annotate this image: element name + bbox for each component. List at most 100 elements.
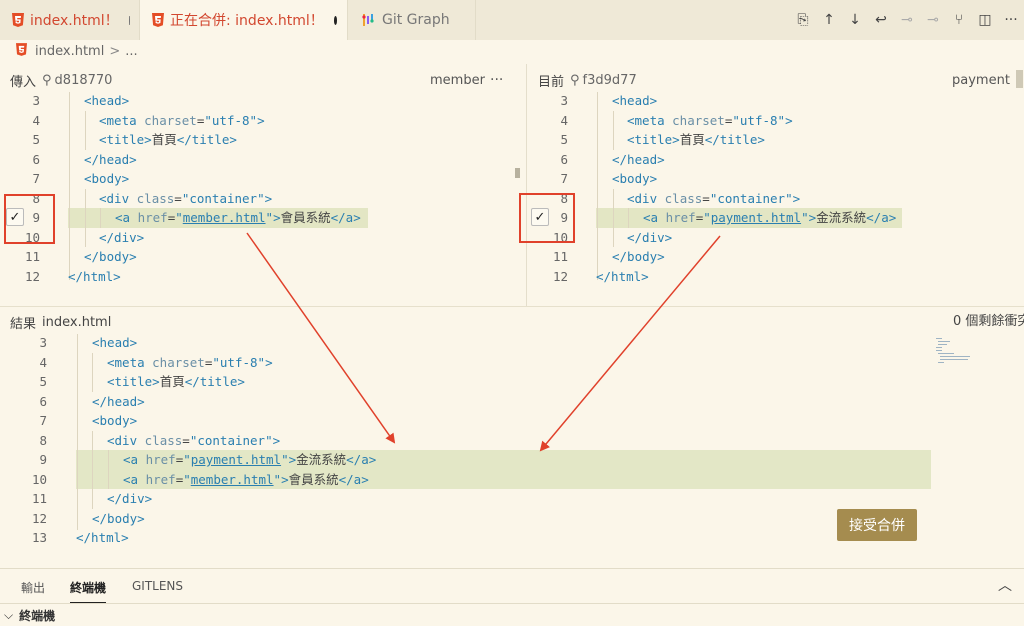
result-code: 3 4 5 6 7 8 9 10 11 12 13 <head> <meta c… (7, 333, 927, 553)
code-line: <a href="member.html">會員系統</a> (123, 471, 369, 487)
split-editor-icon[interactable]: ◫ (972, 12, 998, 28)
code-line: <meta charset="utf-8"> (99, 112, 265, 128)
line-number: 11 (552, 249, 568, 264)
line-number: 9 (39, 452, 47, 467)
commit-icon[interactable]: ⊸ (920, 12, 946, 28)
line-number: 11 (31, 491, 47, 506)
breadcrumb-separator: > (109, 43, 121, 59)
git-compare-icon[interactable]: ⑂ (946, 12, 972, 28)
accept-merge-button[interactable]: 接受合併 (837, 509, 917, 541)
code-line: <div class="container"> (107, 432, 281, 448)
terminal-section[interactable]: ⌵ 終端機 (0, 603, 1024, 626)
code-line: <div class="container"> (99, 190, 273, 206)
panel-tab-output[interactable]: 輸出 (21, 579, 45, 596)
code-line: </body> (92, 510, 145, 526)
terminal-label: 終端機 (19, 608, 56, 623)
current-title: 目前 (538, 74, 565, 90)
panel-tab-terminal[interactable]: 終端機 (70, 579, 107, 603)
line-number: 10 (31, 471, 47, 487)
code-line: <title>首頁</title> (99, 132, 237, 147)
code-link[interactable]: payment.html (191, 452, 281, 467)
code-line: <meta charset="utf-8"> (107, 354, 273, 370)
code-line: <title>首頁</title> (107, 374, 245, 389)
html5-icon (152, 13, 164, 27)
code-line: </div> (99, 229, 145, 245)
editor-actions: ⎘ ↑ ↓ ↩ ⊸ ⊸ ⑂ ◫ ··· (790, 0, 1024, 40)
pane-divider[interactable] (526, 64, 527, 306)
line-number: 6 (39, 393, 47, 409)
code-line: <a href="member.html">會員系統</a> (115, 210, 361, 225)
line-number: 5 (39, 374, 47, 389)
code-link[interactable]: member.html (183, 210, 266, 225)
arrow-down-icon[interactable]: ↓ (842, 12, 868, 28)
annotation-box (4, 194, 55, 244)
line-number: 11 (24, 249, 40, 264)
minimap[interactable] (934, 336, 974, 366)
more-icon[interactable]: ··· (490, 72, 503, 88)
annotation-box (519, 193, 575, 243)
breadcrumb-file[interactable]: index.html (35, 44, 104, 59)
breadcrumb: index.html > ... (16, 40, 138, 62)
code-line: </div> (107, 491, 153, 506)
code-line: <body> (84, 171, 130, 186)
more-icon[interactable]: ··· (998, 12, 1024, 28)
breadcrumb-rest[interactable]: ... (125, 44, 137, 59)
code-line: </head> (92, 393, 145, 409)
current-code: 3 4 5 6 7 8 9 10 11 12 <head> <meta char… (528, 91, 1024, 291)
unsaved-dot-icon (333, 15, 337, 25)
incoming-commit[interactable]: d818770 (55, 73, 113, 88)
code-line: </body> (84, 249, 137, 264)
line-number: 12 (24, 268, 40, 284)
line-number: 12 (31, 510, 47, 526)
code-line: </body> (612, 249, 665, 264)
arrow-up-icon[interactable]: ↑ (816, 12, 842, 28)
code-line: <a href="payment.html">金流系統</a> (643, 210, 897, 225)
incoming-branch: member (430, 72, 485, 88)
html5-icon (12, 13, 24, 27)
result-title: 結果 (10, 317, 37, 332)
line-number: 3 (39, 335, 47, 350)
panel-tab-gitlens[interactable]: GITLENS (132, 579, 183, 593)
code-line: <body> (612, 171, 658, 186)
line-number: 3 (32, 93, 40, 108)
line-number: 5 (560, 132, 568, 147)
tab-merge-index-html[interactable]: 正在合併: index.html！ (140, 0, 348, 40)
commit-icon[interactable]: ⊸ (894, 12, 920, 28)
current-commit[interactable]: f3d9d77 (583, 73, 637, 88)
scrollbar[interactable] (1016, 70, 1023, 88)
line-number: 7 (32, 171, 40, 186)
go-back-commit-icon[interactable]: ↩ (868, 12, 894, 28)
code-link[interactable]: member.html (191, 472, 274, 487)
code-line: <a href="payment.html">金流系統</a> (123, 452, 377, 467)
code-line: </div> (627, 229, 673, 245)
code-line: </html> (68, 268, 121, 284)
tab-label: index.html！ (30, 13, 119, 29)
tab-index-html[interactable]: index.html！ (0, 0, 140, 40)
line-number: 7 (39, 413, 47, 428)
chevron-up-icon[interactable]: ︿ (998, 575, 1012, 595)
line-number: 4 (560, 112, 568, 128)
chevron-down-icon[interactable]: ⌵ (4, 608, 13, 623)
code-line: <head> (612, 93, 658, 108)
code-line: </head> (84, 151, 137, 167)
code-line: <div class="container"> (627, 190, 801, 206)
editor-tab-bar: index.html！ 正在合併: index.html！ Git Graph … (0, 0, 1024, 40)
code-line: <meta charset="utf-8"> (627, 112, 793, 128)
code-line: </head> (612, 151, 665, 167)
line-number: 13 (31, 530, 47, 545)
line-number: 6 (32, 151, 40, 167)
tab-label: Git Graph (382, 12, 450, 28)
code-line: </html> (76, 530, 129, 545)
code-line: <head> (92, 335, 138, 350)
git-graph-icon (360, 13, 376, 27)
html5-icon (16, 42, 27, 60)
code-link[interactable]: payment.html (711, 210, 801, 225)
tab-label: 正在合併: index.html！ (170, 13, 324, 29)
open-changes-icon[interactable]: ⎘ (790, 12, 816, 28)
commit-icon: ⚲ (570, 72, 580, 88)
conflict-count[interactable]: 0 個剩餘衝突 (953, 306, 1024, 338)
line-number: 12 (552, 268, 568, 284)
tab-git-graph[interactable]: Git Graph (348, 0, 476, 40)
code-line: <title>首頁</title> (627, 132, 765, 147)
code-line: <head> (84, 93, 130, 108)
